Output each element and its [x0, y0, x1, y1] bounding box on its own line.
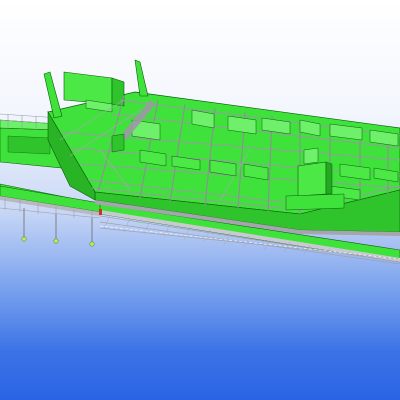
flange-marker[interactable]	[99, 209, 102, 215]
hanger-node-3[interactable]	[89, 241, 95, 247]
ship-hull-3d-model[interactable]	[0, 0, 400, 400]
3d-viewport[interactable]	[0, 0, 400, 400]
hanger-node-2[interactable]	[53, 238, 59, 244]
hanger-node-1[interactable]	[21, 236, 27, 242]
